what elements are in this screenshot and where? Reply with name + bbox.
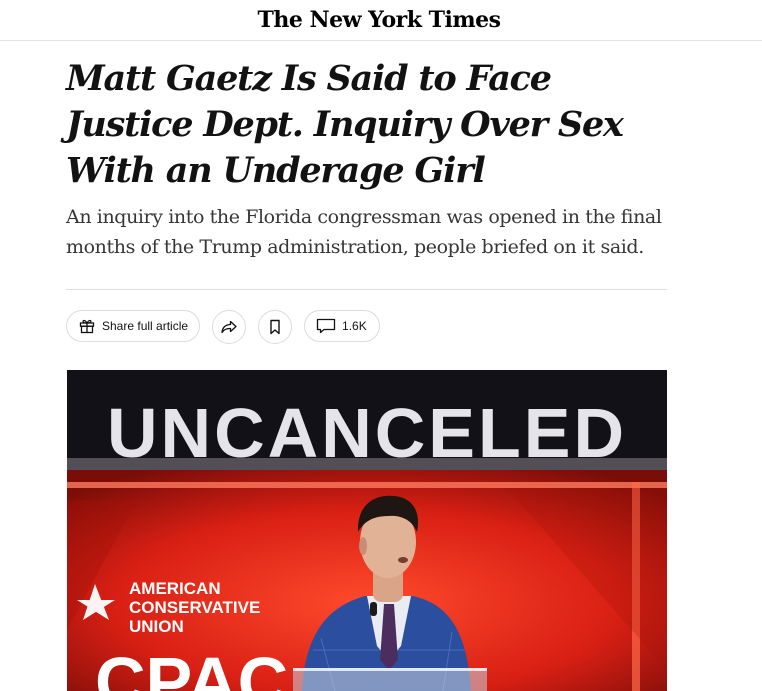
comments-count: 1.6K xyxy=(342,319,367,333)
article-headline: Matt Gaetz Is Said to Face Justice Dept.… xyxy=(66,58,624,191)
masthead: The New York Times xyxy=(0,0,762,41)
cpac-text: CPAC xyxy=(95,643,288,691)
share-full-article-button[interactable]: Share full article xyxy=(66,310,201,342)
org-line-1: AMERICAN xyxy=(129,579,221,598)
bookmark-icon xyxy=(266,318,284,336)
article-lead-photo: UNCANCELED AMERICAN CONSERVATIVE UNION C… xyxy=(67,370,667,691)
org-line-2: CONSERVATIVE xyxy=(129,598,260,617)
save-button[interactable] xyxy=(258,310,293,344)
share-arrow-icon xyxy=(220,318,238,336)
uncanceled-banner: UNCANCELED xyxy=(107,394,627,472)
article-toolbar: Share full article 1.6K xyxy=(66,310,380,344)
article-summary: An inquiry into the Florida congressman … xyxy=(66,206,662,258)
gift-icon xyxy=(78,317,96,335)
org-line-3: UNION xyxy=(129,617,184,636)
share-button[interactable] xyxy=(212,310,247,344)
comments-button[interactable]: 1.6K xyxy=(304,310,380,342)
nyt-logo[interactable]: The New York Times xyxy=(257,7,501,33)
comment-icon xyxy=(316,317,336,335)
podium xyxy=(293,668,487,691)
divider xyxy=(66,289,667,290)
share-full-article-label: Share full article xyxy=(102,319,189,333)
